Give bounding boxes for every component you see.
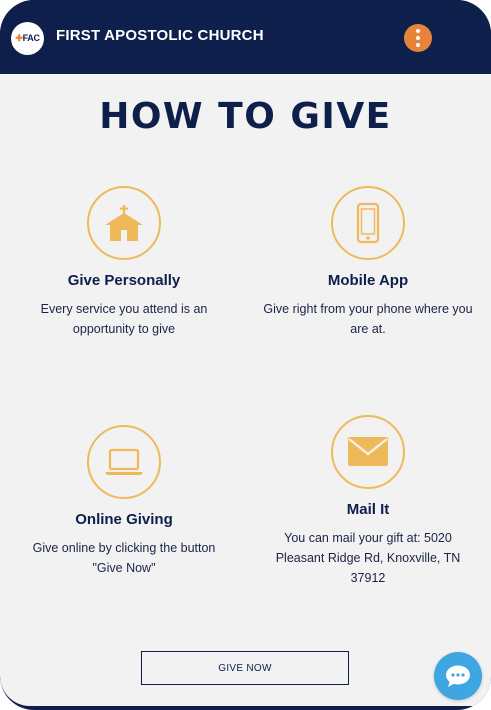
give-option-personally: Give Personally Every service you attend… (19, 186, 229, 339)
logo-text: ✚FAC (15, 33, 40, 43)
church-icon (105, 205, 143, 241)
phone-icon-circle (331, 186, 405, 260)
item-description: Every service you attend is an opportuni… (40, 302, 208, 336)
site-header: ✚FAC FIRST APOSTOLIC CHURCH (0, 0, 491, 74)
give-option-mobile-app: Mobile App Give right from your phone wh… (263, 186, 473, 339)
phone-icon (356, 202, 380, 244)
item-description: Give online by clicking the button "Give… (32, 541, 216, 575)
laptop-icon-circle (87, 425, 161, 499)
item-title: Mail It (346, 501, 390, 518)
main-content: HOW TO GIVE Give Personally Every servic… (0, 74, 491, 706)
give-option-mail: Mail It You can mail your gift at: 5020 … (263, 415, 473, 588)
laptop-icon (105, 448, 143, 475)
church-logo[interactable]: ✚FAC (11, 22, 44, 55)
give-now-button[interactable]: GIVE NOW (141, 651, 349, 685)
item-description: Give right from your phone where you are… (263, 302, 473, 336)
mail-icon (348, 437, 388, 466)
site-title[interactable]: FIRST APOSTOLIC CHURCH (56, 27, 264, 44)
give-option-online: Online Giving Give online by clicking th… (19, 425, 229, 578)
item-title: Give Personally (67, 272, 181, 289)
mail-icon-circle (331, 415, 405, 489)
page-title: HOW TO GIVE (99, 96, 392, 137)
chat-bubble-icon (446, 665, 470, 687)
chat-button[interactable] (434, 652, 482, 700)
kebab-menu-icon[interactable] (404, 24, 432, 52)
item-title: Online Giving (75, 511, 173, 528)
app-frame: ✚FAC FIRST APOSTOLIC CHURCH HOW TO GIVE … (0, 0, 491, 710)
church-icon-circle (87, 186, 161, 260)
item-description: You can mail your gift at: 5020 Pleasant… (275, 531, 461, 585)
item-title: Mobile App (327, 272, 409, 289)
